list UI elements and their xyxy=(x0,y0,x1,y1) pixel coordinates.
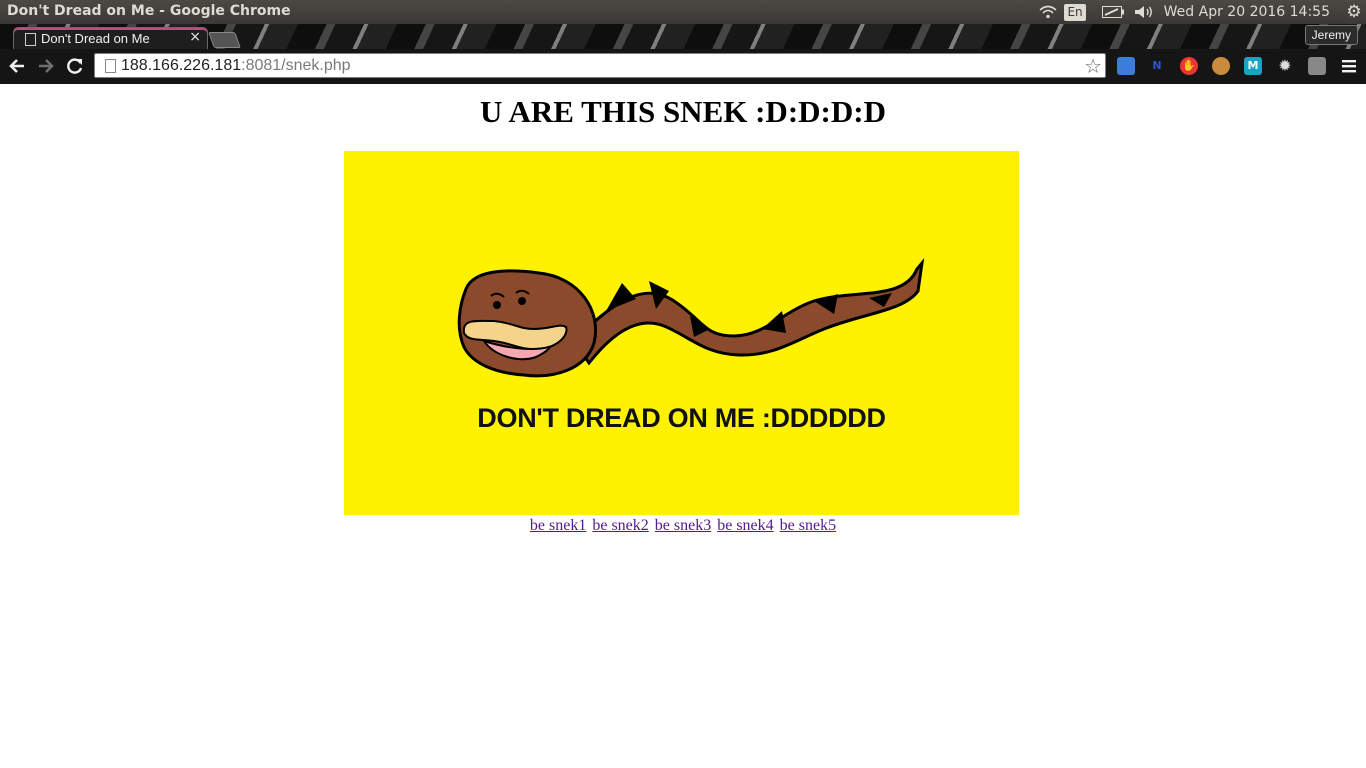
close-tab-icon[interactable]: × xyxy=(189,29,201,45)
be-snek-link-5[interactable]: be snek5 xyxy=(780,517,836,534)
volume-icon[interactable] xyxy=(1130,0,1158,24)
monitor-extension-icon[interactable] xyxy=(1117,57,1135,75)
settings-gear-icon[interactable]: ⚙ xyxy=(1342,0,1366,24)
bookmark-star-icon[interactable]: ☆ xyxy=(1084,54,1102,78)
page-heading: U ARE THIS SNEK :D:D:D:D xyxy=(480,94,886,129)
browser-toolbar: 188.166.226.181:8081/snek.php ☆ N ✋ M ✹ xyxy=(0,49,1366,84)
page-favicon-icon xyxy=(25,33,36,46)
flag-caption: DON'T DREAD ON ME :DDDDDD xyxy=(477,403,886,433)
snake-illustration xyxy=(457,257,925,378)
adblock-stop-icon[interactable]: ✋ xyxy=(1180,57,1198,75)
page-info-icon[interactable] xyxy=(105,59,116,73)
css-extension-icon[interactable] xyxy=(1308,57,1326,75)
tab-title: Don't Dread on Me xyxy=(41,31,150,46)
bright-sun-icon[interactable]: ✹ xyxy=(1276,57,1294,75)
tab-active[interactable]: Don't Dread on Me × xyxy=(13,27,208,49)
window-title: Don't Dread on Me - Google Chrome xyxy=(7,3,291,19)
address-bar[interactable]: 188.166.226.181:8081/snek.php ☆ xyxy=(94,53,1106,78)
be-snek-link-3[interactable]: be snek3 xyxy=(655,517,711,534)
profile-button[interactable]: Jeremy xyxy=(1304,25,1358,45)
url-text[interactable]: 188.166.226.181:8081/snek.php xyxy=(121,57,351,75)
chrome-menu-icon[interactable] xyxy=(1338,55,1360,77)
reload-icon[interactable] xyxy=(64,55,86,77)
snek-links: be snek1 be snek2 be snek3 be snek4 be s… xyxy=(0,517,1366,535)
os-top-panel: Don't Dread on Me - Google Chrome En Wed… xyxy=(0,0,1366,24)
cookie-icon[interactable] xyxy=(1212,57,1230,75)
m-extension-icon[interactable]: M xyxy=(1244,57,1262,75)
clock[interactable]: Wed Apr 20 2016 14:55 xyxy=(1164,0,1330,24)
wifi-icon[interactable] xyxy=(1032,0,1064,24)
keyboard-language-indicator[interactable]: En xyxy=(1064,3,1086,21)
new-tab-button[interactable] xyxy=(208,32,241,48)
battery-icon[interactable] xyxy=(1096,0,1130,24)
tab-strip: Don't Dread on Me × Jeremy xyxy=(0,24,1366,49)
web-page: U ARE THIS SNEK :D:D:D:D DON'T DREAD ON … xyxy=(0,84,1366,768)
be-snek-link-4[interactable]: be snek4 xyxy=(717,517,773,534)
be-snek-link-1[interactable]: be snek1 xyxy=(530,517,586,534)
snek-flag-image: DON'T DREAD ON ME :DDDDDD xyxy=(344,151,1019,515)
back-arrow-icon[interactable] xyxy=(6,55,28,77)
be-snek-link-2[interactable]: be snek2 xyxy=(592,517,648,534)
n-extension-icon[interactable]: N xyxy=(1148,57,1166,75)
os-indicators: En Wed Apr 20 2016 14:55 ⚙ xyxy=(1032,0,1366,24)
forward-arrow-icon[interactable] xyxy=(35,55,57,77)
